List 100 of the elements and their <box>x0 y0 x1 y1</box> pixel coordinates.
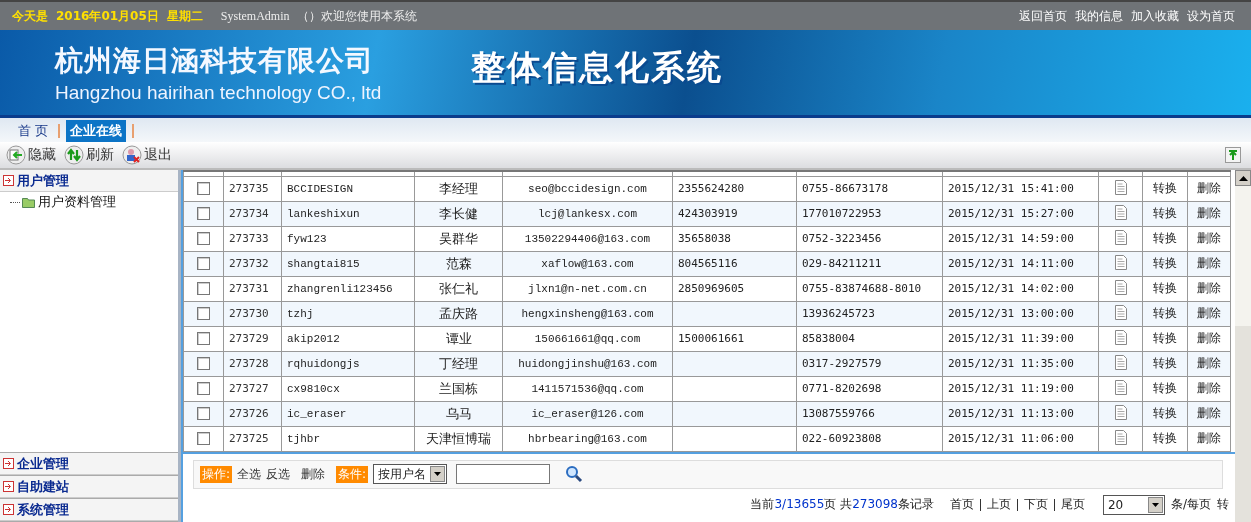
row-checkbox[interactable] <box>197 282 210 296</box>
table-cell: 273730 <box>229 307 269 320</box>
top-link[interactable]: 加入收藏 <box>1131 7 1179 25</box>
row-checkbox[interactable] <box>197 207 210 221</box>
table-cell: 2355624280 <box>678 182 745 195</box>
table-cell: 2015/12/31 14:02:00 <box>948 282 1074 295</box>
table-cell: jlxn1@n-net.com.cn <box>528 282 647 295</box>
date-label: 今天是 <box>12 7 48 25</box>
table-cell: 2015/12/31 11:06:00 <box>948 432 1074 445</box>
page-size-select[interactable]: 20 <box>1102 494 1165 515</box>
table-cell: 2015/12/31 13:00:00 <box>948 307 1074 320</box>
table-cell: 273734 <box>229 207 269 220</box>
row-checkbox[interactable] <box>197 357 210 371</box>
enter-arrow-icon <box>3 504 14 515</box>
greeting-text: （）欢迎您使用本系统 <box>297 7 418 25</box>
folder-icon <box>22 196 36 208</box>
table-cell: 13502294406@163.com <box>524 232 651 245</box>
page-info: 当前3/13655页 共273098条记录 <box>750 496 934 513</box>
table-cell: 273731 <box>229 282 269 295</box>
sidebar-item[interactable]: 用户资料管理 <box>0 192 178 212</box>
top-link[interactable]: 设为首页 <box>1187 7 1235 25</box>
document-icon[interactable] <box>1114 429 1127 445</box>
page-size-label: 条/每页 <box>1170 496 1211 513</box>
previous-page-link[interactable]: 上页 <box>986 496 1011 513</box>
table-cell: 2015/12/31 11:35:00 <box>948 357 1074 370</box>
delete-selected-link[interactable]: 删除 <box>301 465 326 483</box>
table-cell: 2015/12/31 15:27:00 <box>948 207 1074 220</box>
nav-tab[interactable]: 企业在线 <box>66 120 127 142</box>
sidebar-section[interactable]: 企业管理 <box>0 453 178 475</box>
table-cell: 13936245723 <box>802 307 875 320</box>
table-cell: 150661661@qq.com <box>534 332 641 345</box>
last-page-link[interactable]: 尾页 <box>1060 496 1085 513</box>
table-cell: 张仁礼 <box>439 280 478 296</box>
next-page-link[interactable]: 下页 <box>1023 496 1048 513</box>
table-cell: 0755-86673178 <box>802 182 889 195</box>
table-cell: 2015/12/31 11:39:00 <box>948 332 1074 345</box>
search-icon[interactable] <box>565 465 584 483</box>
table-cell: hengxinsheng@163.com <box>521 307 654 320</box>
document-icon[interactable] <box>1114 279 1127 295</box>
scroll-up-icon[interactable] <box>1238 175 1248 181</box>
document-icon[interactable] <box>1114 379 1127 395</box>
table-cell: 273726 <box>229 407 269 420</box>
table-cell: 273732 <box>229 257 269 270</box>
table-cell: 乌马 <box>445 405 472 421</box>
document-icon[interactable] <box>1114 329 1127 345</box>
table-cell: 2015/12/31 14:59:00 <box>948 232 1074 245</box>
document-icon[interactable] <box>1114 354 1127 370</box>
scrollbar[interactable] <box>1235 170 1251 522</box>
sidebar-section[interactable]: 用户管理 <box>0 170 178 192</box>
date-text: 2016年01月05日 <box>56 7 159 25</box>
table-cell: tjhbr <box>287 432 320 445</box>
document-icon[interactable] <box>1114 304 1127 320</box>
document-icon[interactable] <box>1114 254 1127 270</box>
table-cell: rqhuidongjs <box>287 357 360 370</box>
weekday-text: 星期二 <box>166 7 203 25</box>
invert-selection-link[interactable]: 反选 <box>266 465 291 483</box>
table-cell: 273725 <box>229 432 269 445</box>
row-checkbox[interactable] <box>197 407 210 421</box>
row-checkbox[interactable] <box>197 232 210 246</box>
document-icon[interactable] <box>1114 179 1127 195</box>
row-checkbox[interactable] <box>197 307 210 321</box>
row-checkbox[interactable] <box>197 332 210 346</box>
table-cell: 谭业 <box>445 330 472 346</box>
dropdown-arrow-icon[interactable] <box>434 472 442 476</box>
document-icon[interactable] <box>1114 204 1127 220</box>
first-page-link[interactable]: 首页 <box>949 496 974 513</box>
company-english-name: Hangzhou hairihan technology CO., ltd <box>55 81 382 104</box>
table-cell: 85838004 <box>802 332 855 345</box>
table-cell: cx9810cx <box>287 382 340 395</box>
table-cell: 兰国栋 <box>439 380 478 396</box>
table-cell: 022-60923808 <box>802 432 882 445</box>
sidebar-section[interactable]: 系统管理 <box>0 499 178 521</box>
table-cell: hbrbearing@163.com <box>528 432 647 445</box>
row-checkbox[interactable] <box>197 182 210 196</box>
table-cell: 0317-2927579 <box>802 357 882 370</box>
sidebar-section[interactable]: 自助建站 <box>0 476 178 498</box>
table-cell: zhangrenli123456 <box>287 282 393 295</box>
operations-label: 操作: <box>200 465 233 483</box>
select-all-link[interactable]: 全选 <box>237 465 262 483</box>
refresh-button[interactable]: 刷新 <box>64 145 114 165</box>
scroll-top-icon[interactable] <box>1225 147 1241 163</box>
row-checkbox[interactable] <box>197 382 210 396</box>
top-link[interactable]: 我的信息 <box>1075 7 1123 25</box>
dropdown-arrow-icon[interactable] <box>1151 502 1159 507</box>
table-cell: 李经理 <box>439 180 478 196</box>
document-icon[interactable] <box>1114 229 1127 245</box>
table-cell: huidongjinshu@163.com <box>518 357 657 370</box>
row-checkbox[interactable] <box>197 432 210 446</box>
table-cell: 2850969605 <box>678 282 745 295</box>
top-link[interactable]: 返回首页 <box>1019 7 1067 25</box>
search-field[interactable] <box>456 464 551 484</box>
exit-button[interactable]: 退出 <box>122 145 172 165</box>
document-icon[interactable] <box>1114 404 1127 420</box>
hide-button[interactable]: 隐藏 <box>6 145 56 165</box>
table-cell: xaflow@163.com <box>541 257 634 270</box>
table-cell: 0755-83874688-8010 <box>802 282 922 295</box>
row-checkbox[interactable] <box>197 257 210 271</box>
condition-select[interactable]: 按用户名 <box>373 464 448 484</box>
table-cell: 273733 <box>229 232 269 245</box>
nav-tab[interactable]: 首 页 <box>14 120 53 142</box>
